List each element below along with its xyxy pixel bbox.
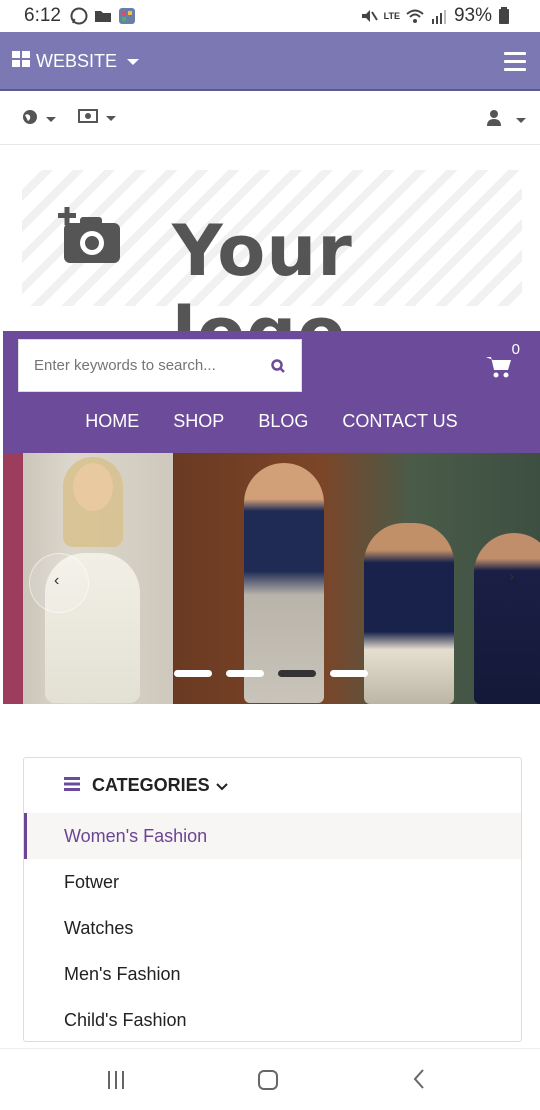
system-indicators: LTE 93% <box>360 5 516 27</box>
slider-dot[interactable] <box>226 670 264 677</box>
slider-dot[interactable] <box>330 670 368 677</box>
search-icon[interactable] <box>267 354 291 378</box>
slider-prev-button[interactable]: ‹ <box>29 553 89 613</box>
user-icon <box>486 109 502 131</box>
status-time: 6:12 <box>24 5 61 26</box>
slider-dot[interactable] <box>174 670 212 677</box>
category-item-fotwer[interactable]: Fotwer <box>24 859 521 905</box>
signal-icon <box>430 7 448 25</box>
website-menu-button[interactable]: WEBSITE <box>12 51 140 72</box>
caret-down-icon <box>106 116 116 121</box>
chevron-left-icon: ‹ <box>54 572 60 589</box>
search-input[interactable] <box>19 340 249 391</box>
language-dropdown[interactable] <box>22 109 56 130</box>
status-bar: 6:12 LTE 93% <box>0 0 540 32</box>
caret-down-icon <box>127 58 140 65</box>
system-navigation-bar <box>0 1048 540 1110</box>
grid-icon <box>12 51 30 72</box>
list-icon <box>64 775 80 796</box>
slider-dots <box>174 670 368 677</box>
nav-shop[interactable]: SHOP <box>173 411 224 432</box>
nav-blog[interactable]: BLOG <box>258 411 308 432</box>
account-dropdown[interactable] <box>486 109 526 131</box>
category-item-womens-fashion[interactable]: Women's Fashion <box>24 813 521 859</box>
website-label: WEBSITE <box>36 51 118 71</box>
logo-area: Your logo <box>0 145 540 374</box>
cart-button[interactable]: 0 <box>486 341 520 384</box>
category-item-mens-fashion[interactable]: Men's Fashion <box>24 951 521 997</box>
categories-header[interactable]: CATEGORIES <box>64 775 228 796</box>
gallery-icon <box>118 7 136 25</box>
whatsapp-icon <box>70 7 88 25</box>
caret-down-icon <box>516 117 526 123</box>
image-slider[interactable]: ‹ › <box>3 453 540 704</box>
cart-icon <box>486 355 512 384</box>
search-band: 0 HOME SHOP BLOG CONTACT US <box>3 331 540 453</box>
add-camera-icon <box>58 207 122 270</box>
categories-title: CATEGORIES <box>92 775 210 795</box>
slider-next-button[interactable]: › <box>509 568 514 584</box>
money-icon <box>78 109 98 128</box>
notification-icons <box>70 7 136 25</box>
back-button[interactable] <box>412 1068 426 1090</box>
main-nav: HOME SHOP BLOG CONTACT US <box>3 411 540 432</box>
recent-apps-button[interactable] <box>108 1071 124 1089</box>
caret-down-icon <box>46 117 56 122</box>
cart-count: 0 <box>511 341 520 358</box>
battery-percent: 93% <box>453 5 492 26</box>
battery-icon <box>498 7 516 25</box>
nav-contact-us[interactable]: CONTACT US <box>342 411 457 432</box>
chevron-down-icon <box>215 775 228 796</box>
category-item-watches[interactable]: Watches <box>24 905 521 951</box>
nav-home[interactable]: HOME <box>85 411 139 432</box>
currency-dropdown[interactable] <box>78 109 116 128</box>
search-box <box>18 339 302 392</box>
home-button[interactable] <box>258 1070 278 1090</box>
category-item-childs-fashion[interactable]: Child's Fashion <box>24 997 521 1043</box>
chevron-right-icon: › <box>509 568 514 584</box>
globe-icon <box>22 109 38 130</box>
network-type: LTE <box>383 10 400 21</box>
mute-icon <box>360 7 378 25</box>
website-topbar: WEBSITE <box>0 32 540 91</box>
categories-list: Women's Fashion Fotwer Watches Men's Fas… <box>24 813 521 1043</box>
utility-toolbar <box>0 92 540 145</box>
slide-image-lehenga-models <box>174 453 540 704</box>
hamburger-menu-icon[interactable] <box>504 52 526 76</box>
categories-panel: CATEGORIES Women's Fashion Fotwer Watche… <box>23 757 522 1042</box>
logo-placeholder[interactable]: Your logo <box>22 170 522 374</box>
folder-icon <box>94 7 112 25</box>
wifi-icon <box>406 7 424 25</box>
slider-dot-active[interactable] <box>278 670 316 677</box>
